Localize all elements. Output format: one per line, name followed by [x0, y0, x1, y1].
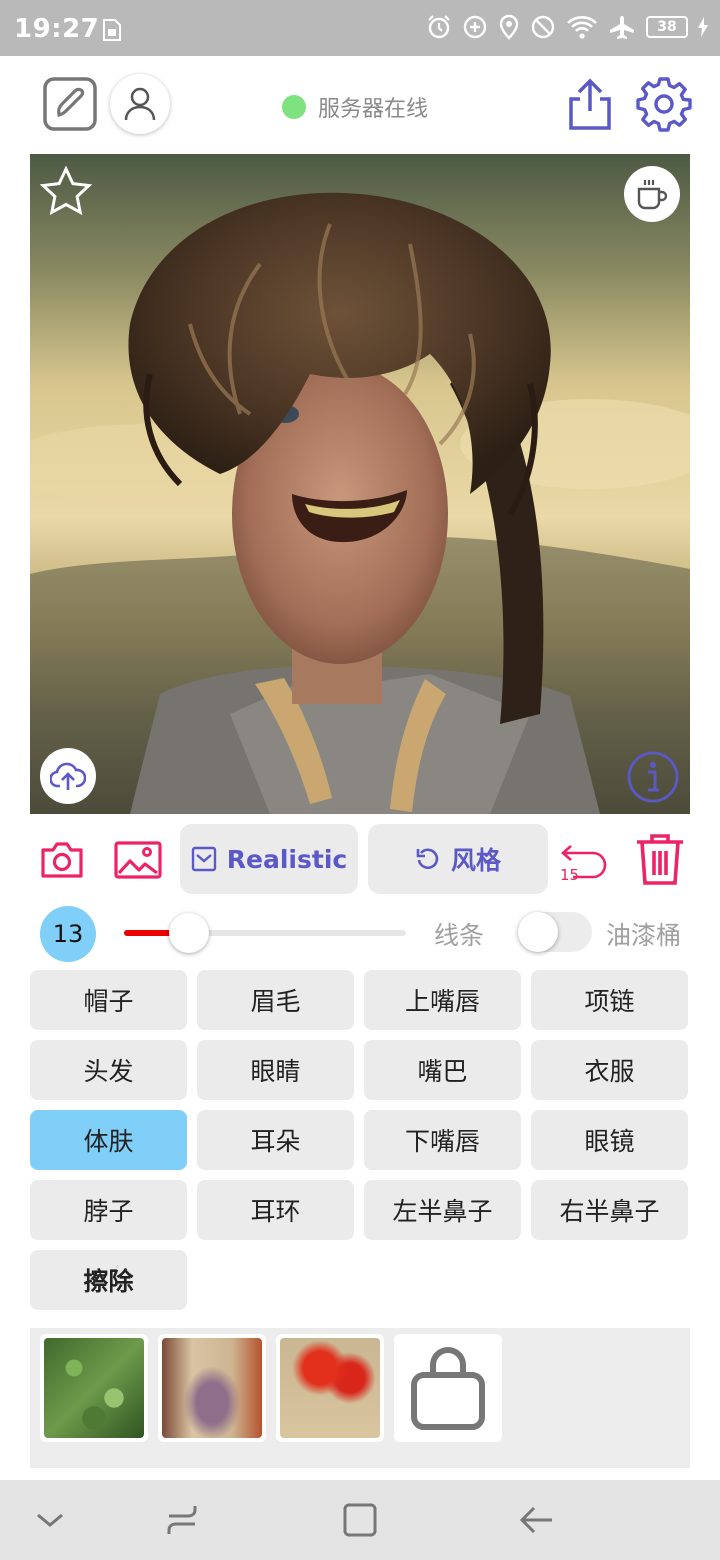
home-square-icon [343, 1503, 377, 1537]
back-arrow-icon [519, 1506, 552, 1534]
style-thumbnail-red[interactable] [276, 1334, 384, 1442]
nav-back-button[interactable] [516, 1500, 556, 1540]
star-icon [39, 165, 93, 216]
charging-icon [698, 17, 708, 37]
location-icon [499, 14, 519, 40]
style-button[interactable]: 风格 [368, 824, 548, 894]
fill-mode-label: 油漆桶 [606, 921, 682, 950]
part-necklace[interactable]: 项链 [531, 970, 688, 1030]
status-icons: 38 [426, 14, 708, 40]
alarm-icon [428, 15, 450, 39]
nav-recents-button[interactable] [162, 1500, 202, 1540]
part-earrings[interactable]: 耳环 [197, 1180, 354, 1240]
line-mode-label: 线条 [434, 921, 485, 950]
settings-button[interactable] [636, 76, 692, 132]
coffee-button[interactable] [624, 166, 680, 222]
profile-button[interactable] [110, 74, 170, 134]
dnd-icon [531, 15, 555, 39]
part-eyes[interactable]: 眼睛 [197, 1040, 354, 1100]
brush-size-slider[interactable] [124, 913, 406, 953]
image-icon [114, 841, 162, 879]
part-eyebrows[interactable]: 眉毛 [197, 970, 354, 1030]
part-skin[interactable]: 体肤 [30, 1110, 187, 1170]
style-button-label: 风格 [450, 846, 501, 875]
part-lower-lip[interactable]: 下嘴唇 [364, 1110, 521, 1170]
beige-lavender-thumbnail [162, 1338, 262, 1438]
part-left-nose[interactable]: 左半鼻子 [364, 1180, 521, 1240]
part-clothes[interactable]: 衣服 [531, 1040, 688, 1100]
style-select-button[interactable]: Realistic [180, 824, 358, 894]
nav-hide-button[interactable] [30, 1500, 70, 1540]
style-label: Realistic [226, 844, 348, 874]
part-mouth[interactable]: 嘴巴 [364, 1040, 521, 1100]
rotate-icon [416, 848, 439, 870]
edit-pad-icon [43, 77, 97, 131]
style-shop-button[interactable] [394, 1334, 502, 1442]
generated-image-canvas[interactable] [30, 154, 690, 814]
part-ears[interactable]: 耳朵 [197, 1110, 354, 1170]
status-time: 19:27 [14, 14, 100, 44]
top-bar: 服务器在线 [0, 56, 720, 154]
battery-icon: 38 [646, 16, 688, 38]
navigation-bar [0, 1480, 720, 1560]
favorite-button[interactable] [39, 165, 93, 220]
part-erase[interactable]: 擦除 [30, 1250, 187, 1310]
fill-mode-toggle[interactable] [518, 912, 592, 952]
server-status: 服务器在线 [282, 91, 428, 123]
info-button[interactable] [626, 750, 680, 808]
generated-portrait-image [30, 154, 690, 814]
data-saver-icon [463, 15, 487, 39]
style-strip [30, 1328, 690, 1468]
part-hair[interactable]: 头发 [30, 1040, 187, 1100]
gallery-button[interactable] [112, 838, 164, 882]
undo-count: 15 [560, 866, 580, 884]
airplane-icon [610, 16, 634, 39]
coffee-cup-icon [637, 180, 668, 210]
brush-controls: 13 线条 油漆桶 [30, 900, 690, 966]
shopping-bag-icon [411, 1347, 485, 1430]
user-icon [124, 87, 156, 121]
sim-icon [103, 19, 121, 41]
undo-button[interactable]: 15 [558, 832, 614, 888]
share-icon [569, 78, 611, 130]
share-button[interactable] [564, 76, 616, 132]
status-dot-icon [282, 95, 306, 119]
slider-thumb[interactable] [169, 913, 209, 953]
sketch-mode-button[interactable] [42, 76, 98, 132]
info-icon [627, 751, 679, 803]
delete-button[interactable] [632, 830, 688, 888]
red-flowers-thumbnail [280, 1338, 380, 1438]
edit-toolbar: Realistic 风格 15 [30, 824, 690, 896]
part-upper-lip[interactable]: 上嘴唇 [364, 970, 521, 1030]
trash-icon [637, 834, 683, 885]
upload-cloud-button[interactable] [40, 748, 96, 804]
checkbox-mail-icon [191, 846, 216, 872]
brush-size-badge: 13 [40, 906, 96, 962]
style-thumbnail-beige[interactable] [158, 1334, 266, 1442]
camera-button[interactable] [38, 838, 86, 882]
style-thumbnail-green[interactable] [40, 1334, 148, 1442]
gear-icon [636, 77, 692, 132]
green-foliage-thumbnail [44, 1338, 144, 1438]
part-right-nose[interactable]: 右半鼻子 [531, 1180, 688, 1240]
status-bar: 19:27 38 [0, 0, 720, 56]
recents-icon [167, 1506, 197, 1534]
part-neck[interactable]: 脖子 [30, 1180, 187, 1240]
chevron-down-icon [37, 1513, 63, 1527]
server-status-label: 服务器在线 [318, 97, 429, 122]
nav-home-button[interactable] [340, 1500, 380, 1540]
toggle-knob [518, 912, 558, 952]
cloud-upload-icon [50, 762, 86, 790]
face-parts-grid: 帽子 眉毛 上嘴唇 项链 头发 眼睛 嘴巴 衣服 体肤 耳朵 下嘴唇 眼镜 脖子… [30, 970, 690, 1310]
part-hat[interactable]: 帽子 [30, 970, 187, 1030]
part-glasses[interactable]: 眼镜 [531, 1110, 688, 1170]
wifi-icon [567, 16, 597, 39]
camera-icon [41, 842, 83, 878]
